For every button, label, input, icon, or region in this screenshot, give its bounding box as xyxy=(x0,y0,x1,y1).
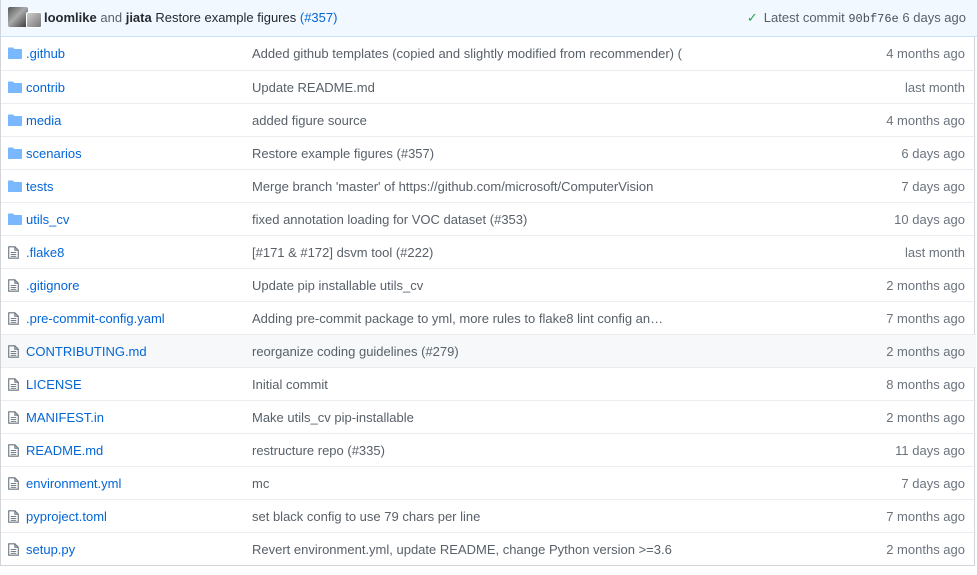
commit-message-link[interactable]: Initial commit xyxy=(252,377,328,392)
commit-message-link[interactable]: Update README.md xyxy=(252,80,375,95)
commit-message-link[interactable]: fixed annotation loading for VOC dataset… xyxy=(252,212,527,227)
commit-age: last month xyxy=(905,80,965,95)
commit-message-link[interactable]: Update pip installable utils_cv xyxy=(252,278,423,293)
commit-age: 11 days ago xyxy=(895,443,965,458)
commit-age: 4 months ago xyxy=(886,46,965,61)
check-icon: ✓ xyxy=(746,10,758,25)
commit-summary: loomlike and jiata Restore example figur… xyxy=(44,10,337,25)
commit-message-link[interactable]: Adding pre-commit package to yml, more r… xyxy=(252,311,663,326)
file-row[interactable]: pyproject.toml set black config to use 79… xyxy=(1,499,976,532)
commit-age: 2 months ago xyxy=(886,278,965,293)
folder-icon xyxy=(8,81,22,93)
file-row[interactable]: scenarios Restore example figures (#357) 6… xyxy=(1,136,976,169)
commit-age: 10 days ago xyxy=(894,212,965,227)
file-row[interactable]: tests Merge branch 'master' of https://gi… xyxy=(1,169,976,202)
commit-message-link[interactable]: restructure repo (#335) xyxy=(252,443,385,458)
file-name-link[interactable]: .pre-commit-config.yaml xyxy=(26,311,165,326)
avatar[interactable] xyxy=(26,12,42,28)
file-name-link[interactable]: .github xyxy=(26,46,65,61)
commit-age: 7 days ago xyxy=(901,476,965,491)
author-avatars[interactable] xyxy=(8,7,42,28)
commit-message-link[interactable]: reorganize coding guidelines (#279) xyxy=(252,344,459,359)
file-icon xyxy=(8,477,22,490)
file-icon xyxy=(8,279,22,292)
latest-commit-info: ✓ Latest commit 90bf76e 6 days ago xyxy=(747,10,966,26)
file-name-link[interactable]: .gitignore xyxy=(26,278,79,293)
file-icon xyxy=(8,411,22,424)
commit-age: 8 months ago xyxy=(886,377,965,392)
file-name-link[interactable]: pyproject.toml xyxy=(26,509,107,524)
commit-message-link[interactable]: Restore example figures (#357) xyxy=(252,146,434,161)
commit-age: 6 days ago xyxy=(902,10,966,25)
file-row[interactable]: CONTRIBUTING.md reorganize coding guideli… xyxy=(1,334,976,367)
commit-author-link[interactable]: loomlike xyxy=(44,10,97,25)
latest-commit-bar: loomlike and jiata Restore example figur… xyxy=(1,0,977,37)
file-name-link[interactable]: .flake8 xyxy=(26,245,64,260)
commit-message-link[interactable]: added figure source xyxy=(252,113,367,128)
commit-age: 4 months ago xyxy=(886,113,965,128)
commit-message-link[interactable]: set black config to use 79 chars per lin… xyxy=(252,509,480,524)
file-name-link[interactable]: LICENSE xyxy=(26,377,82,392)
file-row[interactable]: .pre-commit-config.yaml Adding pre-commit… xyxy=(1,301,976,334)
commit-age: 2 months ago xyxy=(886,410,965,425)
latest-commit-label: Latest commit xyxy=(763,10,845,25)
file-row[interactable]: utils_cv fixed annotation loading for VOC… xyxy=(1,202,976,235)
file-icon xyxy=(8,543,22,556)
file-icon xyxy=(8,378,22,391)
file-row[interactable]: README.md restructure repo (#335) 11 days … xyxy=(1,433,976,466)
file-name-link[interactable]: scenarios xyxy=(26,146,82,161)
file-icon xyxy=(8,312,22,325)
pr-link[interactable]: (#357) xyxy=(300,10,338,25)
folder-icon xyxy=(8,180,22,192)
file-icon xyxy=(8,510,22,523)
commit-author-link[interactable]: jiata xyxy=(126,10,152,25)
file-name-link[interactable]: environment.yml xyxy=(26,476,121,491)
commit-age: 7 days ago xyxy=(901,179,965,194)
commit-message-link[interactable]: Restore example figures xyxy=(155,10,296,25)
file-name-link[interactable]: utils_cv xyxy=(26,212,69,227)
file-icon xyxy=(8,246,22,259)
file-name-link[interactable]: tests xyxy=(26,179,53,194)
commit-age: 7 months ago xyxy=(886,311,965,326)
file-row[interactable]: contrib Update README.md last month xyxy=(1,70,976,103)
folder-icon xyxy=(8,213,22,225)
folder-icon xyxy=(8,147,22,159)
commit-age: 2 months ago xyxy=(886,542,965,557)
file-row[interactable]: MANIFEST.in Make utils_cv pip-installable… xyxy=(1,400,976,433)
file-row[interactable]: environment.yml mc 7 days ago xyxy=(1,466,976,499)
file-list: .github Added github templates (copied an… xyxy=(1,37,976,565)
commit-age: 6 days ago xyxy=(901,146,965,161)
file-name-link[interactable]: contrib xyxy=(26,80,65,95)
commit-sha-link[interactable]: 90bf76e xyxy=(848,12,898,26)
avatar[interactable] xyxy=(8,7,28,27)
file-row[interactable]: .flake8 [#171 & #172] dsvm tool (#222) las… xyxy=(1,235,976,268)
file-icon xyxy=(8,444,22,457)
file-name-link[interactable]: MANIFEST.in xyxy=(26,410,104,425)
file-name-link[interactable]: media xyxy=(26,113,61,128)
commit-message-link[interactable]: Added github templates (copied and sligh… xyxy=(252,46,682,61)
file-icon xyxy=(8,345,22,358)
commit-message-link[interactable]: Merge branch 'master' of https://github.… xyxy=(252,179,653,194)
commit-age: 2 months ago xyxy=(886,344,965,359)
file-row[interactable]: media added figure source 4 months ago xyxy=(1,103,976,136)
folder-icon xyxy=(8,114,22,126)
commit-message-link[interactable]: [#171 & #172] dsvm tool (#222) xyxy=(252,245,433,260)
file-row[interactable]: .gitignore Update pip installable utils_c… xyxy=(1,268,976,301)
commit-age: 7 months ago xyxy=(886,509,965,524)
file-row[interactable]: .github Added github templates (copied an… xyxy=(1,37,976,70)
file-name-link[interactable]: README.md xyxy=(26,443,103,458)
folder-icon xyxy=(8,47,22,59)
commit-message-link[interactable]: mc xyxy=(252,476,269,491)
commit-message-link[interactable]: Make utils_cv pip-installable xyxy=(252,410,414,425)
file-row[interactable]: setup.py Revert environment.yml, update R… xyxy=(1,532,976,565)
file-row[interactable]: LICENSE Initial commit 8 months ago xyxy=(1,367,976,400)
file-name-link[interactable]: setup.py xyxy=(26,542,75,557)
file-browser: loomlike and jiata Restore example figur… xyxy=(0,0,977,566)
commit-age: last month xyxy=(905,245,965,260)
author-separator: and xyxy=(100,10,123,25)
file-name-link[interactable]: CONTRIBUTING.md xyxy=(26,344,147,359)
commit-message-link[interactable]: Revert environment.yml, update README, c… xyxy=(252,542,672,557)
